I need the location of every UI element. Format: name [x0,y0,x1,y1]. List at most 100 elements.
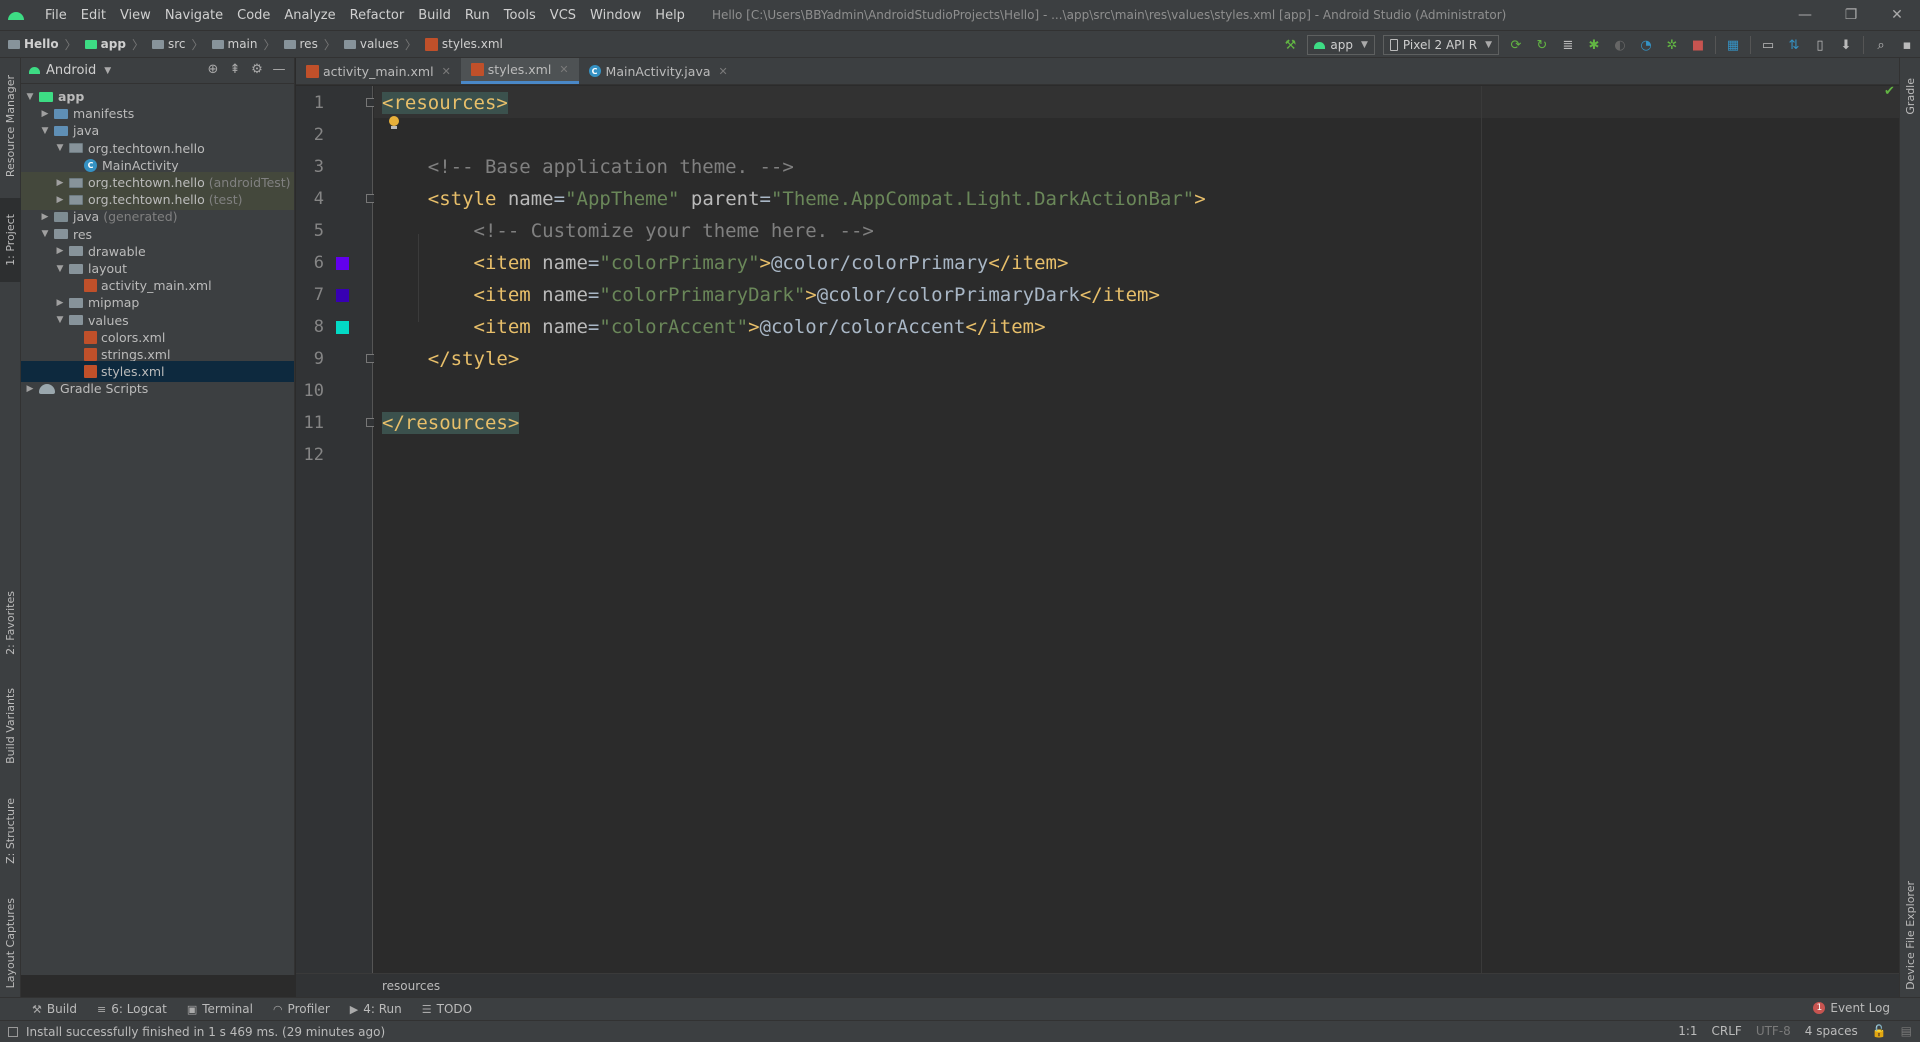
menu-run[interactable]: Run [458,8,497,23]
stop-icon[interactable]: ■ [1690,37,1706,53]
intention-bulb-icon[interactable] [388,116,400,130]
tool-windows-toggle-icon[interactable] [8,1026,18,1037]
expand-arrow-right-icon[interactable]: ▶ [53,246,67,256]
caret-position[interactable]: 1:1 [1678,1024,1697,1038]
breadcrumb-styles-xml[interactable]: styles.xml [417,37,503,51]
expand-arrow-down-icon[interactable]: ▼ [23,92,37,102]
expand-arrow-right-icon[interactable]: ▶ [53,178,67,188]
memory-indicator-icon[interactable]: ▤ [1901,1024,1912,1038]
gradle-sync-icon[interactable]: ⇅ [1786,37,1802,53]
menu-view[interactable]: View [113,8,158,23]
run-config-select[interactable]: app ▼ [1307,35,1375,55]
hide-panel-icon[interactable]: — [268,62,290,77]
breadcrumb-main[interactable]: main 〉 [204,36,276,53]
indent-setting[interactable]: 4 spaces [1805,1024,1858,1038]
menu-tools[interactable]: Tools [497,8,543,23]
status-message[interactable]: Install successfully finished in 1 s 469… [8,1025,385,1039]
layout-inspector-icon[interactable]: ▭ [1760,37,1776,53]
attach-debugger-icon[interactable]: ✲ [1664,37,1680,53]
menu-navigate[interactable]: Navigate [158,8,230,23]
expand-arrow-right-icon[interactable]: ▶ [38,212,52,222]
event-log-button[interactable]: 1 Event Log [1813,1001,1890,1015]
window-title: Hello [C:\Users\BBYadmin\AndroidStudioPr… [711,8,1507,22]
sdk-manager-icon[interactable]: ⬇ [1838,37,1854,53]
bottom-tab-terminal[interactable]: ▣ Terminal [177,1002,263,1016]
tool-tab-structure[interactable]: Z: Structure [0,783,21,878]
bottom-tab-logcat[interactable]: ≡ 6: Logcat [87,1002,177,1016]
tool-tab-project[interactable]: 1: Project [0,198,21,282]
bottom-tab-run[interactable]: ▶ 4: Run [340,1002,412,1016]
close-tab-icon[interactable]: ✕ [442,65,451,78]
line-separator[interactable]: CRLF [1712,1024,1742,1038]
menu-file[interactable]: File [38,8,74,23]
menu-vcs[interactable]: VCS [543,8,583,23]
tool-tab-favorites[interactable]: 2: Favorites [0,578,21,668]
project-structure-icon[interactable]: ▦ [1725,37,1741,53]
bottom-tab-profiler[interactable]: ◠ Profiler [263,1002,340,1016]
bottom-tab-todo[interactable]: ☰ TODO [412,1002,482,1016]
close-tab-icon[interactable]: ✕ [719,65,728,78]
menu-analyze[interactable]: Analyze [277,8,342,23]
lock-icon[interactable]: 🔓 [1872,1024,1887,1038]
tool-tab-resource-manager[interactable]: Resource Manager [0,66,21,186]
color-swatch-icon[interactable] [336,257,349,270]
debug-bug-icon[interactable]: ✱ [1586,37,1602,53]
color-swatch-icon[interactable] [336,321,349,334]
menu-code[interactable]: Code [230,8,277,23]
editor-tab[interactable]: C MainActivity.java ✕ [579,58,738,84]
breadcrumb-values[interactable]: values 〉 [336,36,417,53]
profile-icon[interactable]: ◔ [1638,37,1654,53]
breadcrumb-hello[interactable]: Hello 〉 [0,36,77,53]
tool-tab-gradle[interactable]: Gradle [1900,66,1920,126]
device-select[interactable]: Pixel 2 API R ▼ [1382,35,1499,55]
menu-build[interactable]: Build [411,8,458,23]
breadcrumb-res[interactable]: res 〉 [276,36,336,53]
expand-arrow-down-icon[interactable]: ▼ [38,229,52,239]
locate-target-icon[interactable]: ⊕ [202,62,224,77]
menu-edit[interactable]: Edit [74,8,113,23]
editor-tab[interactable]: styles.xml ✕ [460,58,579,84]
breadcrumb-src[interactable]: src 〉 [144,36,204,53]
close-tab-icon[interactable]: ✕ [559,63,568,76]
run-list-icon[interactable]: ≣ [1560,37,1576,53]
breadcrumb-app[interactable]: app 〉 [77,36,144,53]
collapse-all-icon[interactable]: ⇞ [224,62,246,77]
expand-arrow-down-icon[interactable]: ▼ [53,143,67,153]
tool-tab-device-file-explorer[interactable]: Device File Explorer [1900,868,1920,1003]
chevron-down-icon[interactable]: ▼ [104,66,111,76]
expand-arrow-down-icon[interactable]: ▼ [38,126,52,136]
bottom-tab-build[interactable]: ⚒ Build [22,1002,87,1016]
restore-button[interactable]: ❐ [1828,0,1874,30]
avd-manager-icon[interactable]: ▯ [1812,37,1828,53]
gear-icon[interactable]: ⚙ [246,62,268,77]
expand-arrow-down-icon[interactable]: ▼ [53,264,67,274]
tree-item[interactable]: ▶ Gradle Scripts [21,378,294,399]
expand-arrow-right-icon[interactable]: ▶ [23,384,37,394]
xml-file-icon [470,63,484,76]
search-icon[interactable]: ⌕ [1873,37,1889,53]
color-swatch-icon[interactable] [336,289,349,302]
expand-arrow-right-icon[interactable]: ▶ [53,298,67,308]
menu-window[interactable]: Window [583,8,648,23]
code-token: name [542,284,588,306]
coverage-icon[interactable]: ◐ [1612,37,1628,53]
apply-changes-restart-icon[interactable]: ⟳ [1508,37,1524,53]
minimize-button[interactable]: — [1782,0,1828,30]
expand-arrow-right-icon[interactable]: ▶ [38,109,52,119]
file-encoding[interactable]: UTF-8 [1756,1024,1791,1038]
breadcrumb-resources-tag[interactable]: resources [382,979,440,993]
code-editor[interactable]: <resources> <!-- Base application theme.… [374,86,1899,973]
expand-arrow-down-icon[interactable]: ▼ [53,315,67,325]
project-view-select[interactable]: Android [46,63,96,78]
expand-arrow-right-icon[interactable]: ▶ [53,195,67,205]
editor-tab[interactable]: activity_main.xml ✕ [296,58,461,84]
tool-tab-build-variants[interactable]: Build Variants [0,673,21,778]
close-window-button[interactable]: ✕ [1874,0,1920,30]
tool-tab-layout-captures[interactable]: Layout Captures [0,883,21,1003]
tree-item-label: styles.xml [101,364,165,380]
account-icon[interactable]: ▪ [1899,37,1915,53]
apply-code-changes-icon[interactable]: ↻ [1534,37,1550,53]
menu-refactor[interactable]: Refactor [343,8,412,23]
make-project-hammer-icon[interactable]: ⚒ [1282,37,1298,53]
menu-help[interactable]: Help [648,8,692,23]
